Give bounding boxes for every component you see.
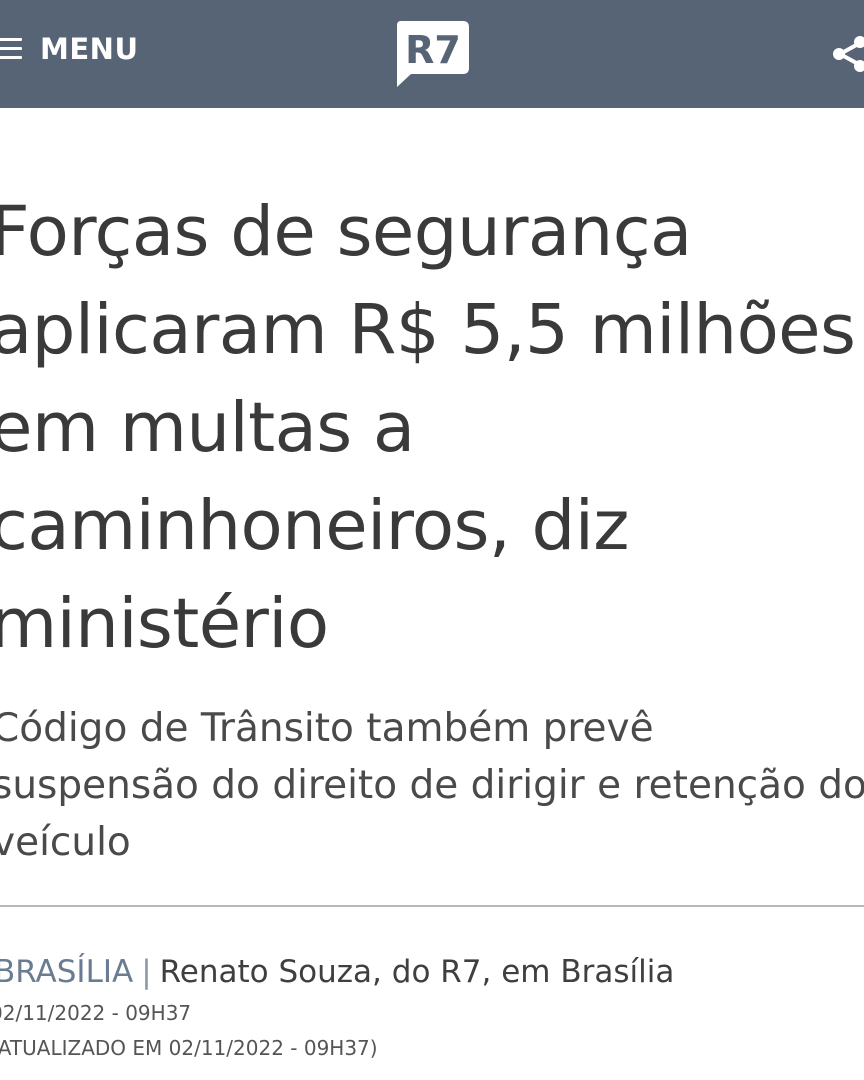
byline: BRASÍLIA | Renato Souza, do R7, em Brasíli… [0,950,674,994]
author-name: Renato Souza, do R7, em Brasília [159,954,675,990]
section-link[interactable]: BRASÍLIA [0,954,133,990]
hamburger-icon [0,38,22,60]
article-headline: Forças de segurança aplicaram R$ 5,5 mil… [0,192,856,664]
byline-separator: | [141,954,152,990]
top-header: MENU R7 [0,0,864,108]
article-subtitle: Código de Trânsito também prevê suspensã… [0,706,864,865]
menu-button[interactable]: MENU [0,32,139,66]
divider [0,905,864,907]
r7-logo[interactable]: R7 [391,20,473,88]
share-icon[interactable] [830,34,864,74]
menu-label: MENU [40,32,139,66]
logo-text: R7 [405,28,461,72]
published-date: 02/11/2022 - 09H37 [0,1001,192,1025]
updated-date: (ATUALIZADO EM 02/11/2022 - 09H37) [0,1036,378,1060]
